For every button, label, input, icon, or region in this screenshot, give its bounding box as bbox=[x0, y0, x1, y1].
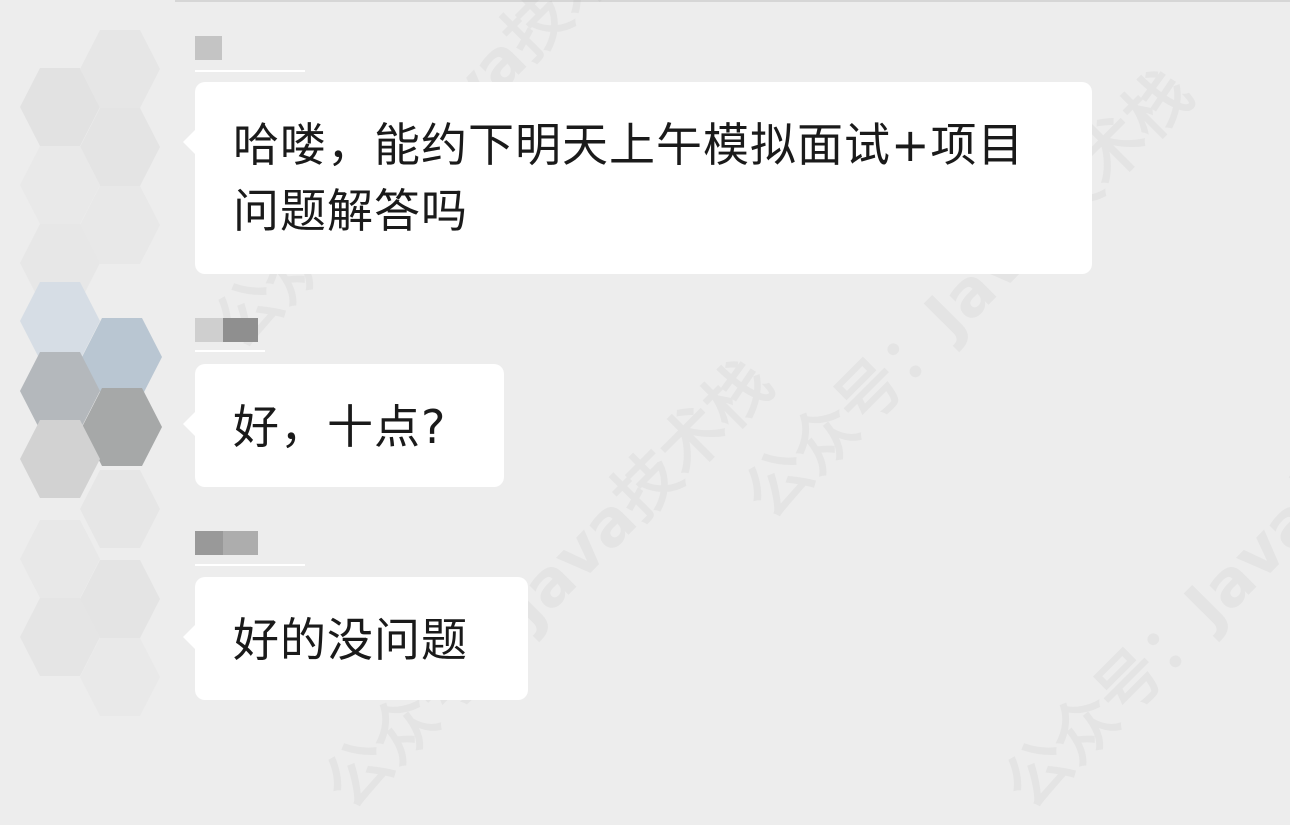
message-text: 好的没问题 bbox=[233, 613, 468, 667]
message-bubble[interactable]: 好的没问题 bbox=[183, 577, 528, 700]
name-blur-block bbox=[195, 531, 223, 555]
message-bubble[interactable]: 好，十点? bbox=[183, 364, 504, 487]
message-text: 哈喽，能约下明天上午模拟面试+项目问题解答吗 bbox=[233, 118, 1025, 238]
name-underline bbox=[195, 564, 305, 566]
name-blur-block bbox=[195, 318, 223, 342]
watermark: 公众号：Java技术栈 bbox=[990, 346, 1290, 823]
message-bubble[interactable]: 哈喽，能约下明天上午模拟面试+项目问题解答吗 bbox=[183, 82, 1092, 274]
avatar-hex bbox=[80, 470, 160, 548]
sender-name-blurred bbox=[195, 36, 222, 60]
sender-name-blurred bbox=[195, 318, 258, 342]
name-blur-block bbox=[223, 318, 258, 342]
name-blur-block bbox=[195, 36, 222, 60]
sender-name-blurred bbox=[195, 531, 258, 555]
name-underline bbox=[195, 350, 265, 352]
name-underline bbox=[195, 70, 305, 72]
top-divider bbox=[175, 0, 1290, 2]
avatar-column bbox=[0, 0, 180, 749]
message-text: 好，十点? bbox=[233, 400, 447, 454]
name-blur-block bbox=[223, 531, 258, 555]
